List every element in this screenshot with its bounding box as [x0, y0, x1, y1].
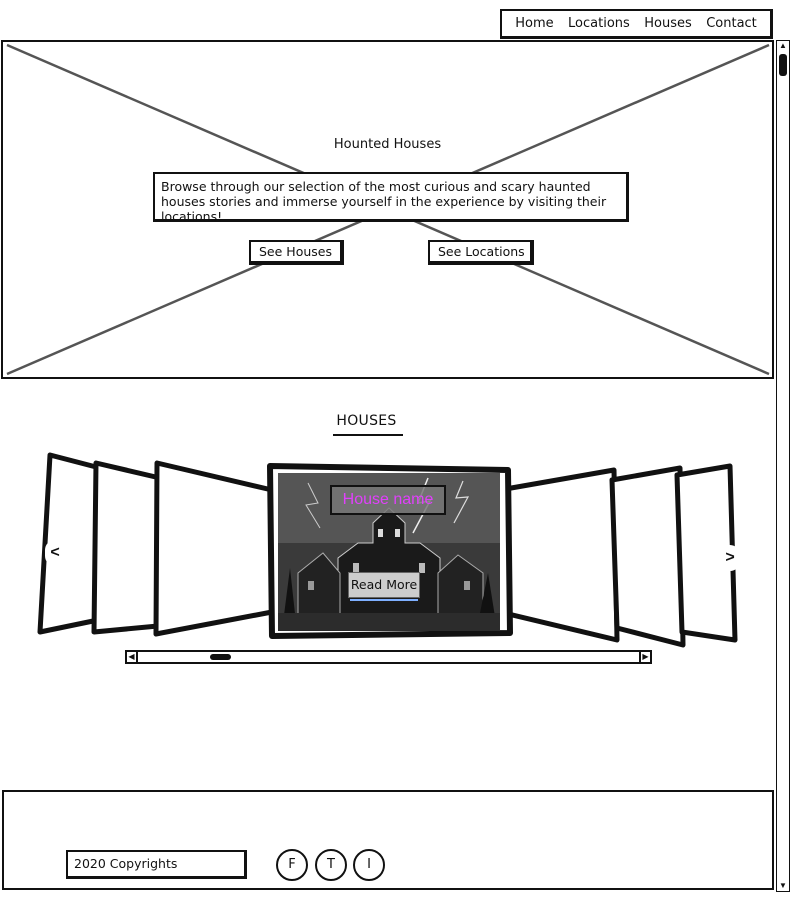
footer: 2020 Copyrights F T I [2, 790, 774, 890]
chevron-left-icon[interactable]: < [45, 540, 65, 566]
read-more-underline [350, 599, 418, 601]
scroll-right-icon[interactable]: ▶ [639, 652, 650, 662]
carousel-card-active[interactable]: House name Read More [278, 473, 500, 631]
carousel-card-left-1 [153, 460, 275, 637]
carousel-card-right-1 [497, 467, 620, 643]
chevron-right-icon[interactable]: > [720, 545, 740, 571]
nav-item-locations[interactable]: Locations [568, 16, 630, 31]
instagram-icon[interactable]: I [353, 849, 385, 881]
heading-underline [333, 434, 403, 436]
vertical-scrollbar[interactable]: ▲ ▼ [776, 40, 790, 892]
see-locations-button[interactable]: See Locations [428, 240, 534, 265]
scroll-left-icon[interactable]: ◀ [127, 652, 138, 662]
carousel-scrollbar[interactable]: ◀ ▶ [125, 650, 652, 664]
see-houses-button[interactable]: See Houses [249, 240, 344, 265]
scroll-down-icon[interactable]: ▼ [777, 881, 789, 891]
houses-heading: HOUSES [336, 413, 397, 429]
nav-item-houses[interactable]: Houses [644, 16, 692, 31]
twitter-icon[interactable]: T [315, 849, 347, 881]
copyright-text: 2020 Copyrights [66, 850, 247, 879]
hero-title: Hounted Houses [333, 137, 442, 152]
carousel-scroll-thumb[interactable] [210, 654, 231, 660]
houses-carousel: House name Read More < > [0, 450, 776, 670]
scroll-up-icon[interactable]: ▲ [777, 41, 789, 51]
top-nav: Home Locations Houses Contact [500, 9, 773, 39]
hero-banner: Hounted Houses Browse through our select… [1, 40, 774, 379]
nav-item-contact[interactable]: Contact [706, 16, 757, 31]
read-more-button[interactable]: Read More [348, 572, 420, 598]
house-name-label: House name [330, 485, 446, 515]
carousel-card-left-2 [91, 460, 163, 635]
carousel-card-right-2 [609, 465, 686, 648]
scroll-thumb[interactable] [779, 54, 787, 76]
facebook-icon[interactable]: F [276, 849, 308, 881]
nav-item-home[interactable]: Home [515, 16, 553, 31]
hero-description: Browse through our selection of the most… [153, 172, 629, 224]
